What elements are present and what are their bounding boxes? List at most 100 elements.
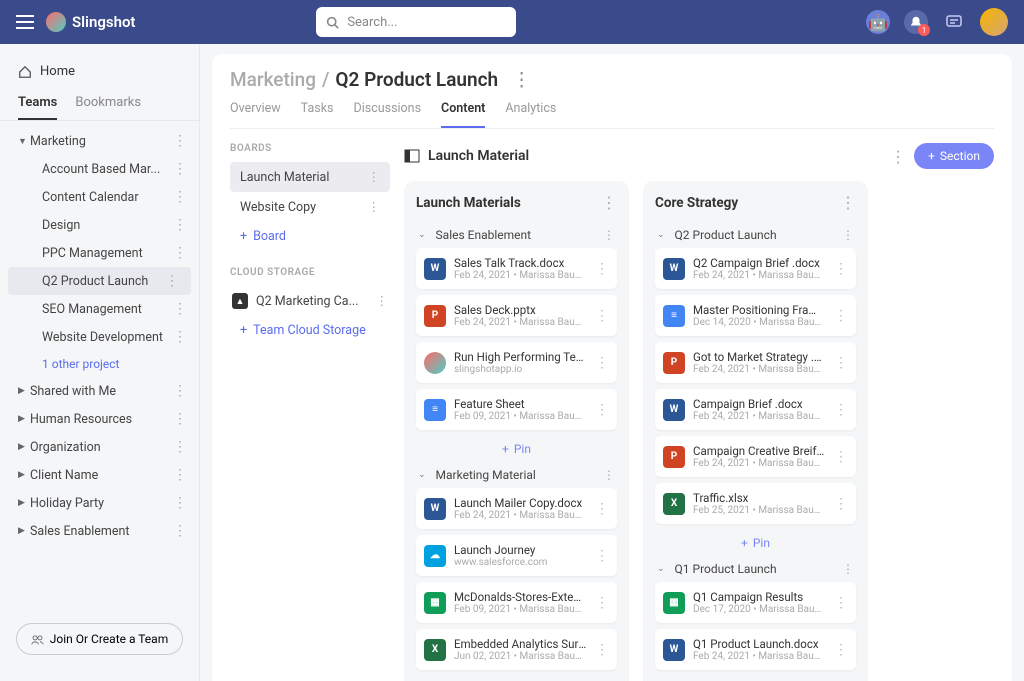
file-more-icon[interactable]: ⋮ — [595, 355, 609, 371]
group-header[interactable]: ⌄Marketing Material⋮ — [416, 462, 617, 488]
notifications-icon[interactable]: 1 — [904, 10, 928, 34]
file-card[interactable]: ≡ Master Positioning Frame... Dec 14, 20… — [655, 295, 856, 336]
column-more-icon[interactable]: ⋮ — [601, 193, 617, 212]
menu-icon[interactable] — [16, 15, 34, 29]
sidebar-child[interactable]: Account Based Mar...⋮ — [0, 155, 199, 183]
more-icon[interactable]: ⋮ — [173, 329, 187, 345]
sidebar-child[interactable]: SEO Management⋮ — [0, 295, 199, 323]
group-more-icon[interactable]: ⋮ — [603, 468, 615, 482]
file-more-icon[interactable]: ⋮ — [595, 595, 609, 611]
more-icon[interactable]: ⋮ — [173, 245, 187, 261]
logo[interactable]: Slingshot — [46, 12, 135, 32]
pin-button[interactable]: +Pin — [655, 676, 856, 681]
file-more-icon[interactable]: ⋮ — [595, 642, 609, 658]
file-more-icon[interactable]: ⋮ — [834, 355, 848, 371]
sidebar-child[interactable]: Design⋮ — [0, 211, 199, 239]
more-icon[interactable]: ⋮ — [173, 495, 187, 511]
column-more-icon[interactable]: ⋮ — [840, 193, 856, 212]
sidebar-node[interactable]: ▼Marketing⋮ — [0, 127, 199, 155]
file-card[interactable]: P Got to Market Strategy .p... Feb 24, 2… — [655, 342, 856, 383]
sidebar-child[interactable]: Q2 Product Launch⋮ — [8, 267, 191, 295]
tab-content[interactable]: Content — [441, 101, 485, 128]
file-more-icon[interactable]: ⋮ — [834, 308, 848, 324]
user-avatar[interactable] — [980, 8, 1008, 36]
more-icon[interactable]: ⋮ — [165, 273, 179, 289]
sidebar-node[interactable]: ▶Sales Enablement⋮ — [0, 517, 199, 545]
group-header[interactable]: ⌄Q1 Product Launch⋮ — [655, 556, 856, 582]
sidebar-node[interactable]: ▶Human Resources⋮ — [0, 405, 199, 433]
file-more-icon[interactable]: ⋮ — [595, 261, 609, 277]
add-section-button[interactable]: + Section — [914, 143, 994, 169]
more-icon[interactable]: ⋮ — [173, 383, 187, 399]
more-icon[interactable]: ⋮ — [173, 217, 187, 233]
file-more-icon[interactable]: ⋮ — [595, 308, 609, 324]
file-more-icon[interactable]: ⋮ — [834, 642, 848, 658]
tab-overview[interactable]: Overview — [230, 101, 281, 128]
breadcrumb-more-icon[interactable]: ⋮ — [512, 68, 531, 91]
tab-tasks[interactable]: Tasks — [301, 101, 334, 128]
sidebar-child[interactable]: Content Calendar⋮ — [0, 183, 199, 211]
sidebar-tab-teams[interactable]: Teams — [18, 95, 57, 120]
more-icon[interactable]: ⋮ — [173, 133, 187, 149]
more-icon[interactable]: ⋮ — [173, 467, 187, 483]
tab-discussions[interactable]: Discussions — [353, 101, 421, 128]
group-more-icon[interactable]: ⋮ — [842, 228, 854, 242]
group-more-icon[interactable]: ⋮ — [842, 562, 854, 576]
board-more-icon[interactable]: ⋮ — [890, 147, 906, 166]
file-card[interactable]: W Campaign Brief .docx Feb 24, 2021 • Ma… — [655, 389, 856, 430]
file-card[interactable]: ☁ Launch Journey www.salesforce.com ⋮ — [416, 535, 617, 576]
file-card[interactable]: W Launch Mailer Copy.docx Feb 24, 2021 •… — [416, 488, 617, 529]
board-item[interactable]: Website Copy⋮ — [230, 192, 390, 222]
sidebar-node[interactable]: ▶Organization⋮ — [0, 433, 199, 461]
file-card[interactable]: ▦ Q1 Campaign Results Dec 17, 2020 • Mar… — [655, 582, 856, 623]
breadcrumb-parent[interactable]: Marketing — [230, 68, 316, 91]
group-header[interactable]: ⌄Q2 Product Launch⋮ — [655, 222, 856, 248]
more-icon[interactable]: ⋮ — [173, 189, 187, 205]
sidebar-other-link[interactable]: 1 other project — [0, 351, 199, 377]
cloud-storage-item[interactable]: ▲Q2 Marketing Ca...⋮ — [230, 286, 390, 316]
more-icon[interactable]: ⋮ — [368, 169, 381, 185]
join-team-button[interactable]: Join Or Create a Team — [16, 623, 183, 655]
file-more-icon[interactable]: ⋮ — [834, 261, 848, 277]
more-icon[interactable]: ⋮ — [173, 411, 187, 427]
file-card[interactable]: X Embedded Analytics Surv... Jun 02, 202… — [416, 629, 617, 670]
board-item[interactable]: Launch Material⋮ — [230, 162, 390, 192]
search-input[interactable]: Search... — [316, 7, 516, 37]
sidebar-tab-bookmarks[interactable]: Bookmarks — [75, 95, 141, 120]
file-more-icon[interactable]: ⋮ — [834, 595, 848, 611]
sidebar-child[interactable]: Website Development⋮ — [0, 323, 199, 351]
more-icon[interactable]: ⋮ — [173, 439, 187, 455]
more-icon[interactable]: ⋮ — [173, 161, 187, 177]
file-card[interactable]: P Campaign Creative Breif .... Feb 24, 2… — [655, 436, 856, 477]
file-card[interactable]: W Q2 Campaign Brief .docx Feb 24, 2021 •… — [655, 248, 856, 289]
group-more-icon[interactable]: ⋮ — [603, 228, 615, 242]
file-card[interactable]: X Traffic.xlsx Feb 25, 2021 • Marissa Ba… — [655, 483, 856, 524]
chat-icon[interactable] — [942, 10, 966, 34]
assistant-icon[interactable]: 🤖 — [866, 10, 890, 34]
file-card[interactable]: W Q1 Product Launch.docx Feb 24, 2021 • … — [655, 629, 856, 670]
file-card[interactable]: Run High Performing Tea... slingshotapp.… — [416, 342, 617, 383]
file-more-icon[interactable]: ⋮ — [834, 449, 848, 465]
group-header[interactable]: ⌄Sales Enablement⋮ — [416, 222, 617, 248]
more-icon[interactable]: ⋮ — [173, 523, 187, 539]
sidebar-node[interactable]: ▶Holiday Party⋮ — [0, 489, 199, 517]
file-more-icon[interactable]: ⋮ — [834, 402, 848, 418]
file-card[interactable]: P Sales Deck.pptx Feb 24, 2021 • Marissa… — [416, 295, 617, 336]
file-more-icon[interactable]: ⋮ — [595, 402, 609, 418]
pin-button[interactable]: +Pin — [416, 676, 617, 681]
pin-button[interactable]: +Pin — [416, 436, 617, 462]
sidebar-node[interactable]: ▶Shared with Me⋮ — [0, 377, 199, 405]
file-card[interactable]: ≡ Feature Sheet Feb 09, 2021 • Marissa B… — [416, 389, 617, 430]
file-card[interactable]: W Sales Talk Track.docx Feb 24, 2021 • M… — [416, 248, 617, 289]
add-cloud-storage-button[interactable]: + Team Cloud Storage — [230, 316, 390, 345]
tab-analytics[interactable]: Analytics — [505, 101, 556, 128]
more-icon[interactable]: ⋮ — [368, 199, 381, 215]
more-icon[interactable]: ⋮ — [173, 301, 187, 317]
file-more-icon[interactable]: ⋮ — [834, 496, 848, 512]
more-icon[interactable]: ⋮ — [376, 293, 389, 309]
pin-button[interactable]: +Pin — [655, 530, 856, 556]
add-board-button[interactable]: + Board — [230, 222, 390, 251]
sidebar-home[interactable]: Home — [0, 56, 199, 87]
file-more-icon[interactable]: ⋮ — [595, 501, 609, 517]
file-card[interactable]: ▦ McDonalds-Stores-Extend... Feb 09, 202… — [416, 582, 617, 623]
